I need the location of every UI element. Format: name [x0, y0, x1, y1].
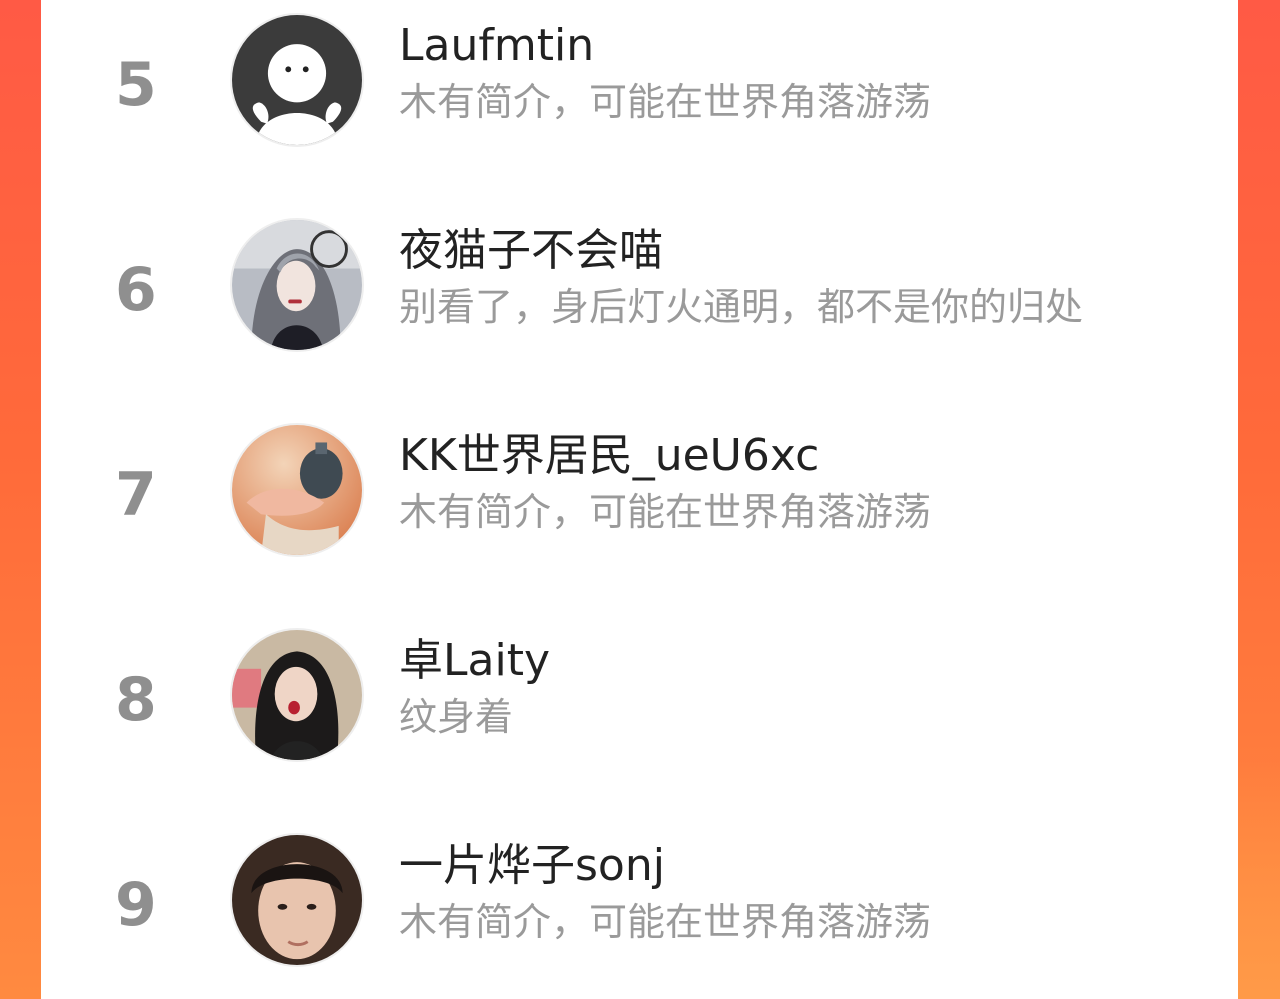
rank-number: 9	[115, 870, 157, 940]
list-item[interactable]: 5 Laufmtin 木有简介，可能在世界角落游荡	[41, 0, 1238, 170]
default-avatar-icon	[232, 15, 362, 145]
user-name[interactable]: 夜猫子不会喵	[399, 226, 663, 275]
avatar[interactable]	[230, 628, 364, 762]
avatar[interactable]	[230, 13, 364, 147]
rank-number: 8	[115, 665, 157, 735]
avatar[interactable]	[230, 833, 364, 967]
user-bio: 木有简介，可能在世界角落游荡	[399, 900, 932, 944]
background-decoration	[1238, 760, 1280, 999]
user-bio: 木有简介，可能在世界角落游荡	[399, 80, 932, 124]
user-name[interactable]: 卓Laity	[399, 636, 550, 685]
illustrated-girl-avatar	[232, 220, 362, 350]
user-name[interactable]: Laufmtin	[399, 21, 594, 70]
user-bio: 别看了，身后灯火通明，都不是你的归处	[399, 285, 1084, 329]
girl-photo-avatar	[232, 630, 362, 760]
rank-number: 5	[115, 50, 157, 120]
list-item[interactable]: 8 卓Laity 纹身着	[41, 615, 1238, 785]
list-item[interactable]: 6 夜猫子不会喵 别看了，身后灯火通明，都不是你的归处	[41, 205, 1238, 375]
vase-photo-avatar	[232, 425, 362, 555]
user-name[interactable]: 一片烨子sonj	[399, 841, 665, 890]
avatar[interactable]	[230, 218, 364, 352]
user-bio: 纹身着	[399, 695, 514, 739]
ranking-panel: 5 Laufmtin 木有简介，可能在世界角落游荡 6 夜猫子不会喵 别看了，身…	[41, 0, 1238, 999]
list-item[interactable]: 7 KK世界居民_ueU6xc 木有简介，可能在世界角落游荡	[41, 410, 1238, 580]
rank-number: 6	[115, 255, 157, 325]
user-bio: 木有简介，可能在世界角落游荡	[399, 490, 932, 534]
list-item[interactable]: 9 一片烨子sonj 木有简介，可能在世界角落游荡	[41, 820, 1238, 990]
avatar[interactable]	[230, 423, 364, 557]
user-name[interactable]: KK世界居民_ueU6xc	[399, 431, 819, 480]
rank-number: 7	[115, 460, 157, 530]
boy-photo-avatar	[232, 835, 362, 965]
